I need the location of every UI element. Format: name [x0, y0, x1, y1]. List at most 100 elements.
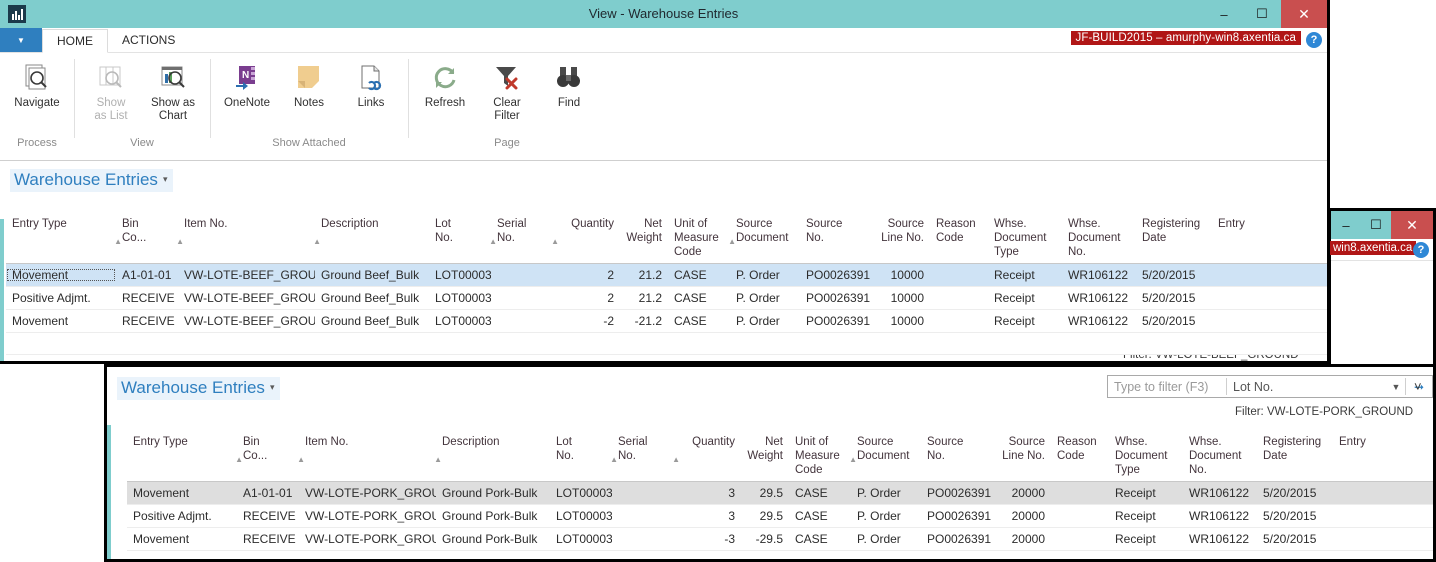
table-cell[interactable]: A1-01-01	[116, 268, 178, 282]
column-header[interactable]: Item No.▲	[299, 429, 436, 481]
table-cell[interactable]: 5/20/2015	[1257, 509, 1333, 523]
column-header[interactable]: Description	[315, 211, 429, 263]
table-cell[interactable]: CASE	[668, 314, 730, 328]
table-cell[interactable]: Receipt	[988, 291, 1062, 305]
table-cell[interactable]: Ground Pork-Bulk	[436, 532, 550, 546]
table-cell[interactable]: Receipt	[988, 268, 1062, 282]
table-cell[interactable]: LOT0000362	[429, 314, 491, 328]
table-cell[interactable]: LOT0000363	[550, 532, 612, 546]
tab-actions[interactable]: ACTIONS	[108, 28, 189, 52]
table-cell[interactable]: CASE	[789, 486, 851, 500]
table-cell[interactable]: RECEIVE	[116, 314, 178, 328]
navigate-button[interactable]: Navigate	[6, 59, 68, 110]
table-cell[interactable]: 5/20/2015	[1136, 268, 1212, 282]
column-header[interactable]: Unit of Measure Code▲	[789, 429, 851, 481]
table-cell[interactable]: 5/20/2015	[1136, 314, 1212, 328]
table-row[interactable]: Positive Adjmt.RECEIVEVW-LOTE-PORK_GROU.…	[127, 505, 1433, 528]
tab-home[interactable]: HOME	[42, 29, 108, 53]
table-cell[interactable]: VW-LOTE-PORK_GROU...	[299, 486, 436, 500]
table-cell[interactable]: 20000	[991, 532, 1051, 546]
table-cell[interactable]: A1-01-01	[237, 486, 299, 500]
grid-header-row[interactable]: Entry Type▲Bin Co...▲Item No.▲Descriptio…	[127, 429, 1433, 482]
table-cell[interactable]: 29.5	[741, 486, 789, 500]
column-header[interactable]: Whse. Document Type	[988, 211, 1062, 263]
clear-filter-button[interactable]: Clear Filter	[476, 59, 538, 123]
table-cell[interactable]: -21.2	[620, 314, 668, 328]
column-header[interactable]: Entry Type▲	[127, 429, 237, 481]
table-cell[interactable]: 10000	[870, 268, 930, 282]
table-cell[interactable]: Receipt	[1109, 509, 1183, 523]
warehouse-entries-grid[interactable]: Entry Type▲Bin Co...▲Item No.▲Descriptio…	[6, 211, 1327, 355]
table-cell[interactable]: WR106122	[1062, 314, 1136, 328]
column-header[interactable]: Source Document	[730, 211, 800, 263]
table-cell[interactable]: Positive Adjmt.	[6, 291, 116, 305]
table-cell[interactable]: 20000	[991, 486, 1051, 500]
column-header[interactable]: Net Weight	[741, 429, 789, 481]
table-cell[interactable]: VW-LOTE-PORK_GROU...	[299, 532, 436, 546]
table-cell[interactable]: 20000	[991, 509, 1051, 523]
table-cell[interactable]: 29.5	[741, 509, 789, 523]
column-header[interactable]: Entry	[1333, 429, 1379, 481]
column-header[interactable]: Source No.	[800, 211, 870, 263]
window-controls[interactable]: – ☐ ✕	[1205, 0, 1327, 28]
find-button[interactable]: Find	[538, 59, 600, 110]
view-warehouse-entries-window[interactable]: View - Warehouse Entries – ☐ ✕ ▼ HOME AC…	[0, 0, 1330, 364]
table-cell[interactable]: PO0026391	[800, 291, 870, 305]
links-button[interactable]: Links	[340, 59, 402, 110]
table-cell[interactable]: VW-LOTE-PORK_GROU...	[299, 509, 436, 523]
column-header[interactable]: Bin Co...▲	[237, 429, 299, 481]
table-cell[interactable]: 2	[553, 268, 620, 282]
maximize-button[interactable]: ☐	[1243, 0, 1281, 28]
expand-filter-pane-icon[interactable]: ˅	[1414, 379, 1422, 394]
grid-body[interactable]: MovementA1-01-01VW-LOTE-BEEF_GROUNDGroun…	[6, 264, 1327, 333]
table-cell[interactable]: WR106122	[1183, 509, 1257, 523]
column-header[interactable]: Description	[436, 429, 550, 481]
table-cell[interactable]: CASE	[789, 509, 851, 523]
table-cell[interactable]: 5/20/2015	[1257, 486, 1333, 500]
column-header[interactable]: Lot No.▲	[550, 429, 612, 481]
table-cell[interactable]: P. Order	[730, 268, 800, 282]
table-row[interactable]: MovementRECEIVEVW-LOTE-BEEF_GROUNDGround…	[6, 310, 1327, 333]
table-cell[interactable]: P. Order	[851, 532, 921, 546]
show-as-chart-button[interactable]: Show as Chart	[142, 59, 204, 123]
table-cell[interactable]: CASE	[789, 532, 851, 546]
chevron-down-icon[interactable]: ▾	[270, 382, 275, 392]
column-header[interactable]: Bin Co...▲	[116, 211, 178, 263]
filter-column-select[interactable]: Lot No.	[1227, 380, 1387, 394]
column-header[interactable]: Reason Code	[1051, 429, 1109, 481]
table-cell[interactable]: Receipt	[988, 314, 1062, 328]
table-cell[interactable]: Ground Beef_Bulk	[315, 291, 429, 305]
table-cell[interactable]: RECEIVE	[116, 291, 178, 305]
column-header[interactable]: Source Document	[851, 429, 921, 481]
grid-header-row[interactable]: Entry Type▲Bin Co...▲Item No.▲Descriptio…	[6, 211, 1327, 264]
table-cell[interactable]: PO0026391	[921, 509, 991, 523]
table-cell[interactable]: P. Order	[851, 486, 921, 500]
table-cell[interactable]: WR106122	[1183, 486, 1257, 500]
column-header[interactable]: Quantity	[553, 211, 620, 263]
table-cell[interactable]: Movement	[127, 486, 237, 500]
table-cell[interactable]: PO0026391	[800, 268, 870, 282]
page-title[interactable]: Warehouse Entries▾	[117, 377, 280, 400]
table-cell[interactable]: Positive Adjmt.	[127, 509, 237, 523]
table-cell[interactable]: Receipt	[1109, 486, 1183, 500]
help-icon[interactable]: ?	[1413, 242, 1429, 258]
page-title[interactable]: Warehouse Entries▾	[10, 169, 173, 192]
table-cell[interactable]: -29.5	[741, 532, 789, 546]
table-cell[interactable]: Ground Beef_Bulk	[315, 268, 429, 282]
filter-input[interactable]: Type to filter (F3)	[1108, 380, 1226, 394]
table-cell[interactable]: LOT0000363	[550, 509, 612, 523]
table-cell[interactable]: LOT0000362	[429, 268, 491, 282]
table-cell[interactable]: 5/20/2015	[1257, 532, 1333, 546]
table-cell[interactable]: 2	[553, 291, 620, 305]
notes-button[interactable]: Notes	[278, 59, 340, 110]
table-cell[interactable]: WR106122	[1062, 268, 1136, 282]
table-cell[interactable]: PO0026391	[800, 314, 870, 328]
filter-bar[interactable]: Type to filter (F3) Lot No. ▼ ➞	[1107, 375, 1433, 398]
table-cell[interactable]: -2	[553, 314, 620, 328]
table-cell[interactable]: Movement	[127, 532, 237, 546]
column-header[interactable]: Registering Date	[1257, 429, 1333, 481]
table-cell[interactable]: Ground Pork-Bulk	[436, 486, 550, 500]
table-cell[interactable]: P. Order	[730, 291, 800, 305]
chevron-down-icon[interactable]: ▾	[163, 174, 168, 184]
table-cell[interactable]: RECEIVE	[237, 532, 299, 546]
